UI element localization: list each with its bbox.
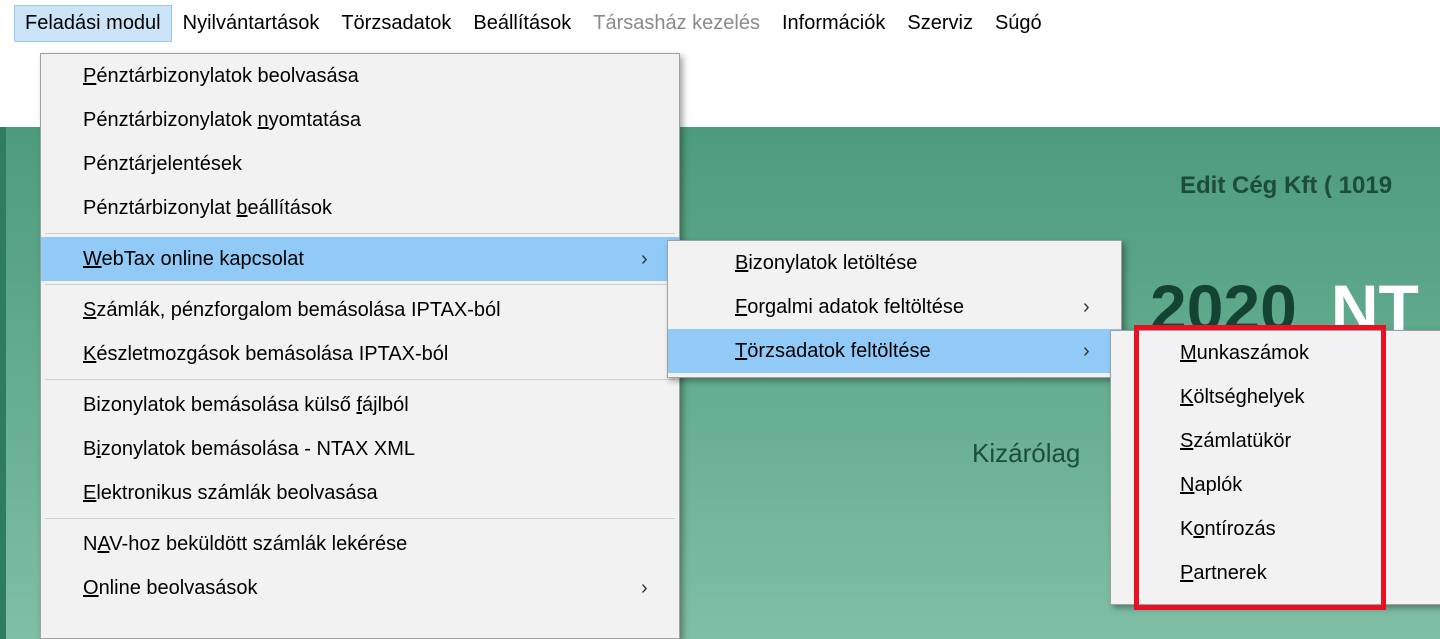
annotation-highlight-box <box>1134 325 1386 610</box>
menu-separator <box>41 230 679 237</box>
menubar-item-beallitasok[interactable]: Beállítások <box>462 5 582 42</box>
menu-item-label: Pénztárbizonylatok nyomtatása <box>83 109 361 131</box>
menu-item-label: Pénztárjelentések <box>83 153 243 175</box>
menu-item-torzsadatok-feltoltese[interactable]: Törzsadatok feltöltése › <box>668 329 1121 373</box>
chevron-right-icon: › <box>1083 296 1090 318</box>
menubar-item-feladasi-modul[interactable]: Feladási modul <box>14 4 172 42</box>
menu-item-label: Bizonylatok letöltése <box>735 252 918 274</box>
menu-item-label: Elektronikus számlák beolvasása <box>83 482 378 504</box>
menu-item-penztarbizonylatok-beolvasasa[interactable]: Pénztárbizonylatok beolvasása <box>41 54 679 98</box>
exclusive-text: Kizárólag <box>972 438 1081 468</box>
menu-item-elektronikus-szamlak-beolvasasa[interactable]: Elektronikus számlák beolvasása <box>41 471 679 515</box>
menu-item-bizonylatok-letoltese[interactable]: Bizonylatok letöltése <box>668 241 1121 285</box>
menu-item-label: Forgalmi adatok feltöltése <box>735 296 965 318</box>
menubar-item-sugo[interactable]: Súgó <box>984 5 1053 42</box>
menu-item-label: Pénztárbizonylat beállítások <box>83 197 333 219</box>
chevron-right-icon: › <box>641 577 648 599</box>
menubar-item-szerviz[interactable]: Szerviz <box>896 5 984 42</box>
chevron-right-icon: › <box>1083 340 1090 362</box>
menu-item-webtax-online-kapcsolat[interactable]: WebTax online kapcsolat › <box>41 237 679 281</box>
menu-item-label: WebTax online kapcsolat <box>83 248 304 270</box>
menu-item-label: Online beolvasások <box>83 577 258 599</box>
menu-item-bizonylatok-bemasolasa-ntax-xml[interactable]: Bizonylatok bemásolása - NTAX XML <box>41 427 679 471</box>
menu-item-label: Bizonylatok bemásolása - NTAX XML <box>83 438 415 460</box>
menubar-item-torzsadatok[interactable]: Törzsadatok <box>330 5 462 42</box>
menubar: Feladási modul Nyilvántartások Törzsadat… <box>0 0 1440 46</box>
menubar-item-nyilvantartasok[interactable]: Nyilvántartások <box>172 5 331 42</box>
menu-item-label: NAV-hoz beküldött számlák lekérése <box>83 533 408 555</box>
webtax-submenu: Bizonylatok letöltése Forgalmi adatok fe… <box>667 240 1122 378</box>
menu-item-nav-hoz-bekuldott-szamlak-lekerese[interactable]: NAV-hoz beküldött számlák lekérése <box>41 522 679 566</box>
menu-item-penztarbizonylatok-nyomtatasa[interactable]: Pénztárbizonylatok nyomtatása <box>41 98 679 142</box>
menu-item-label: Készletmozgások bemásolása IPTAX-ból <box>83 343 449 365</box>
company-name: Edit Cég Kft ( 1019 <box>1180 172 1393 199</box>
menu-item-label: Bizonylatok bemásolása külső fájlból <box>83 394 409 416</box>
feladasi-modul-menu: Pénztárbizonylatok beolvasása Pénztárbiz… <box>40 53 680 639</box>
menu-item-label: Pénztárbizonylatok beolvasása <box>83 65 359 87</box>
menu-separator <box>41 515 679 522</box>
menu-item-penztarbizonylat-beallitasok[interactable]: Pénztárbizonylat beállítások <box>41 186 679 230</box>
menu-separator <box>41 376 679 383</box>
menu-item-label: Számlák, pénzforgalom bemásolása IPTAX-b… <box>83 299 501 321</box>
menubar-item-tarsashaz-kezeles: Társasház kezelés <box>593 11 760 34</box>
menu-item-szamlak-penzforgalom-bemasolasa[interactable]: Számlák, pénzforgalom bemásolása IPTAX-b… <box>41 288 679 332</box>
menu-item-bizonylatok-bemasolasa-kulso-fajlbol[interactable]: Bizonylatok bemásolása külső fájlból <box>41 383 679 427</box>
menubar-item-informaciok[interactable]: Információk <box>771 5 896 42</box>
menu-item-label: Törzsadatok feltöltése <box>735 340 931 362</box>
menu-item-online-beolvasasok[interactable]: Online beolvasások › <box>41 566 679 610</box>
menu-item-penztarjelentesek[interactable]: Pénztárjelentések <box>41 142 679 186</box>
menu-separator <box>41 281 679 288</box>
menu-item-keszletmozgasok-bemasolasa[interactable]: Készletmozgások bemásolása IPTAX-ból <box>41 332 679 376</box>
chevron-right-icon: › <box>641 248 648 270</box>
menu-item-forgalmi-adatok-feltoltese[interactable]: Forgalmi adatok feltöltése › <box>668 285 1121 329</box>
